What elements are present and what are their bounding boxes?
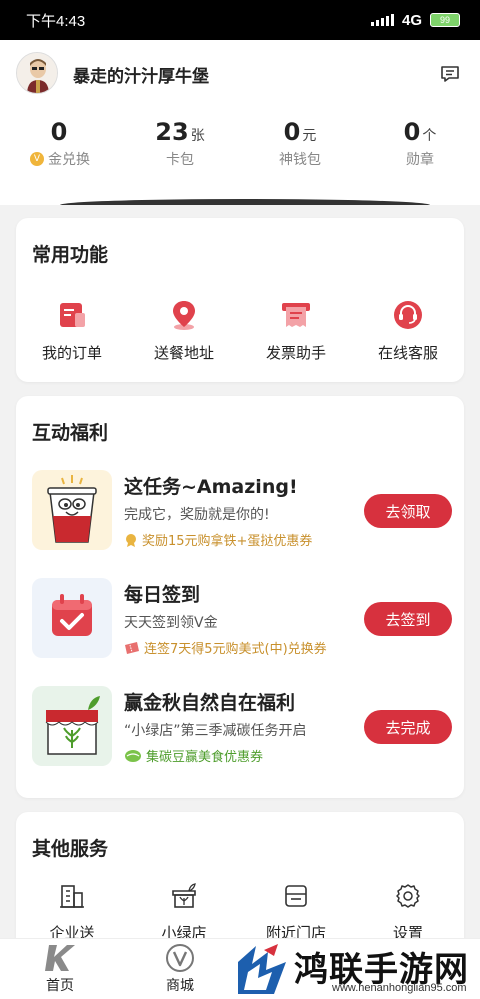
- stat-money-wallet[interactable]: 0元 神钱包: [240, 118, 360, 169]
- stat-value: 0: [50, 118, 68, 146]
- task-item-daily-checkin: 每日签到 天天签到领V金 连签7天得5元购美式(中)兑换券 去签到: [32, 578, 452, 660]
- battery-icon: 99: [430, 13, 460, 27]
- function-label: 发票助手: [265, 344, 326, 362]
- section-title: 互动福利: [32, 422, 109, 444]
- task-reward: 连签7天得5元购美式(中)兑换券: [124, 638, 327, 657]
- tab-label: 商城: [166, 978, 194, 994]
- task-reward-text: 奖励15元购拿铁+蛋挞优惠券: [142, 534, 313, 549]
- stat-value: 23: [155, 118, 189, 146]
- stat-label: 勋章: [406, 152, 434, 168]
- stats-row: 0 V 金兑换 23 张 卡包 0元 神钱包 0个 勋章: [0, 118, 480, 169]
- watermark-logo-icon: [238, 944, 286, 994]
- function-label: 在线客服: [377, 344, 438, 362]
- function-delivery-address[interactable]: 送餐地址: [128, 298, 240, 363]
- order-icon: [60, 303, 85, 327]
- function-invoice-helper[interactable]: 发票助手: [240, 298, 352, 363]
- benefits-card: 互动福利 这任务~Amazing! 完成它，奖励就是你的! 奖励15元购拿铁+蛋…: [16, 396, 464, 798]
- green-store-icon: [172, 883, 196, 908]
- customer-service-icon: [394, 301, 422, 329]
- task-reward: 集碳豆赢美食优惠券: [124, 746, 263, 765]
- task-title: 赢金秋自然自在福利: [124, 692, 296, 714]
- task-item-autumn-welfare: 赢金秋自然自在福利 “小绿店”第三季减碳任务开启 集碳豆赢美食优惠券 去完成: [32, 686, 452, 768]
- mall-v-icon: [166, 944, 194, 972]
- tab-home[interactable]: 首页: [20, 943, 100, 995]
- avatar[interactable]: [16, 52, 58, 94]
- task-title: 这任务~Amazing!: [124, 476, 298, 498]
- stat-value: 0: [403, 118, 421, 146]
- function-label: 送餐地址: [153, 344, 214, 362]
- status-indicators: 4G 99: [370, 11, 460, 29]
- claim-button[interactable]: 去领取: [364, 494, 452, 528]
- stat-label: 金兑换: [48, 152, 90, 168]
- signal-icon: [370, 14, 394, 26]
- medal-icon: [126, 533, 136, 547]
- task-description: 天天签到领V金: [124, 615, 218, 631]
- profile-header: 暴走的汁汁厚牛堡 0 V 金兑换 23 张 卡包 0元 神钱包 0个 勋章: [0, 40, 480, 205]
- stat-unit: 元: [302, 128, 317, 144]
- stat-unit: 张: [190, 128, 205, 144]
- task-title: 每日签到: [124, 584, 201, 606]
- stat-v-gold[interactable]: 0 V 金兑换: [0, 118, 120, 169]
- service-settings[interactable]: 设置: [352, 882, 464, 943]
- service-enterprise-delivery[interactable]: 企业送: [16, 882, 128, 943]
- function-label: 我的订单: [41, 344, 102, 362]
- building-icon: [60, 885, 84, 908]
- stat-value: 0: [283, 118, 301, 146]
- task-description: “小绿店”第三季减碳任务开启: [124, 723, 307, 739]
- function-online-service[interactable]: 在线客服: [352, 298, 464, 363]
- task-reward-text: 连签7天得5元购美式(中)兑换券: [144, 642, 327, 657]
- location-icon: [173, 301, 195, 330]
- section-title: 其他服务: [32, 838, 109, 860]
- function-my-orders[interactable]: 我的订单: [16, 298, 128, 363]
- status-time: 下午4:43: [26, 12, 86, 30]
- task-item-amazing: 这任务~Amazing! 完成它，奖励就是你的! 奖励15元购拿铁+蛋挞优惠券 …: [32, 470, 452, 552]
- service-green-store[interactable]: 小绿店: [128, 882, 240, 943]
- stat-label: 卡包: [166, 152, 194, 168]
- tab-label: 首页: [46, 978, 74, 994]
- coffee-cup-mascot-image: [32, 470, 112, 550]
- status-bar: 下午4:43 4G 99: [0, 0, 480, 40]
- username[interactable]: 暴走的汁汁厚牛堡: [73, 62, 209, 87]
- settings-icon: [396, 884, 420, 908]
- services-row: 企业送 小绿店 附近门店 设置: [16, 882, 464, 943]
- service-nearby-stores[interactable]: 附近门店: [240, 882, 352, 943]
- stat-badges[interactable]: 0个 勋章: [360, 118, 480, 169]
- store-icon: [285, 885, 307, 907]
- stat-unit: 个: [422, 128, 437, 144]
- calendar-image: [32, 578, 112, 658]
- task-reward: 奖励15元购拿铁+蛋挞优惠券: [124, 530, 312, 549]
- ticket-icon: [125, 641, 139, 654]
- home-k-icon: [45, 945, 75, 971]
- watermark-url: www.henanhonglian95.com: [332, 982, 467, 994]
- v-coin-icon: V: [30, 152, 44, 166]
- complete-button[interactable]: 去完成: [364, 710, 452, 744]
- task-reward-text: 集碳豆赢美食优惠券: [146, 750, 264, 765]
- watermark: 鸿联手游网 www.henanhonglian95.com: [232, 940, 480, 999]
- tab-mall[interactable]: 商城: [140, 943, 220, 995]
- invoice-icon: [282, 303, 310, 327]
- bean-icon: [125, 749, 141, 762]
- header-divider: [60, 199, 430, 205]
- message-icon[interactable]: [440, 64, 460, 84]
- green-store-image: [32, 686, 112, 766]
- stat-card-wallet[interactable]: 23 张 卡包: [120, 118, 240, 169]
- stat-label: 神钱包: [279, 152, 321, 168]
- section-title: 常用功能: [32, 244, 109, 266]
- battery-level: 99: [439, 15, 450, 25]
- task-description: 完成它，奖励就是你的!: [124, 507, 270, 523]
- function-row: 我的订单 送餐地址 发票助手 在线客服: [16, 298, 464, 363]
- checkin-button[interactable]: 去签到: [364, 602, 452, 636]
- common-functions-card: 常用功能 我的订单 送餐地址 发票助手 在线客服: [16, 218, 464, 382]
- network-type: 4G: [401, 11, 422, 29]
